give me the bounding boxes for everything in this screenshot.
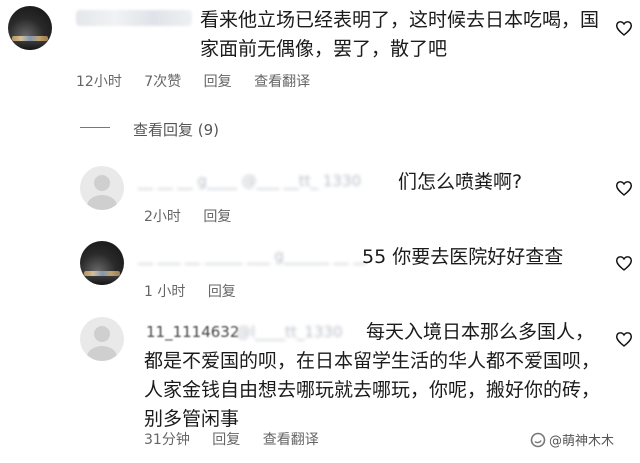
reply-time: 2小时 <box>144 209 181 225</box>
sogou-logo-icon <box>530 432 546 447</box>
reply-text-content: 每天入境日本那么多国人，都是不爱国的呗，在日本留学生活的华人都不爱国呗，人家金钱… <box>144 321 601 430</box>
reply-text: 们怎么喷粪啊? <box>398 171 523 193</box>
reply-time: 31分钟 <box>144 432 190 448</box>
reply-button[interactable]: 回复 <box>208 284 236 300</box>
heart-icon[interactable] <box>615 255 633 271</box>
heart-icon[interactable] <box>615 20 633 36</box>
reply-button[interactable]: 回复 <box>203 209 231 225</box>
translate-button[interactable]: 查看翻译 <box>254 74 310 90</box>
watermark: @萌神木木 <box>530 430 614 449</box>
view-replies-button[interactable]: 查看回复 (9) <box>133 119 219 140</box>
comment-meta: 12小时 7次赞 回复 查看翻译 <box>76 71 328 91</box>
avatar[interactable] <box>80 241 124 285</box>
replies-divider <box>80 127 110 128</box>
comment-text: 看来他立场已经表明了，这时候去日本吃喝，国家面前无偶像，罢了，散了吧 <box>200 9 600 60</box>
heart-icon[interactable] <box>615 180 633 196</box>
translate-button[interactable]: 查看翻译 <box>263 432 319 448</box>
heart-icon[interactable] <box>615 331 633 347</box>
username-redacted[interactable]: __ __ __ g____ @___ __tt_ 1330 <box>138 172 396 190</box>
comment-likes[interactable]: 7次赞 <box>144 74 181 90</box>
comment-time: 12小时 <box>76 74 122 90</box>
avatar[interactable] <box>80 166 124 210</box>
avatar[interactable] <box>8 6 52 50</box>
reply-button[interactable]: 回复 <box>204 74 232 90</box>
reply-meta: 31分钟 回复 查看翻译 <box>144 429 337 449</box>
reply-text: 55 你要去医院好好查查 <box>362 246 564 268</box>
reply-button[interactable]: 回复 <box>212 432 240 448</box>
username-redacted[interactable] <box>76 10 192 26</box>
watermark-text: @萌神木木 <box>549 434 615 449</box>
reply-meta: 1 小时 回复 <box>144 281 254 301</box>
reply-meta: 2小时 回复 <box>144 206 249 226</box>
reply-text: 每天入境日本那么多国人，都是不爱国的呗，在日本留学生活的华人都不爱国呗，人家金钱… <box>144 318 604 434</box>
avatar[interactable] <box>80 317 124 361</box>
username-redacted[interactable]: __ ___ __ _____ ___ g______ __ ___ <box>138 247 366 265</box>
reply-time: 1 小时 <box>144 284 186 300</box>
